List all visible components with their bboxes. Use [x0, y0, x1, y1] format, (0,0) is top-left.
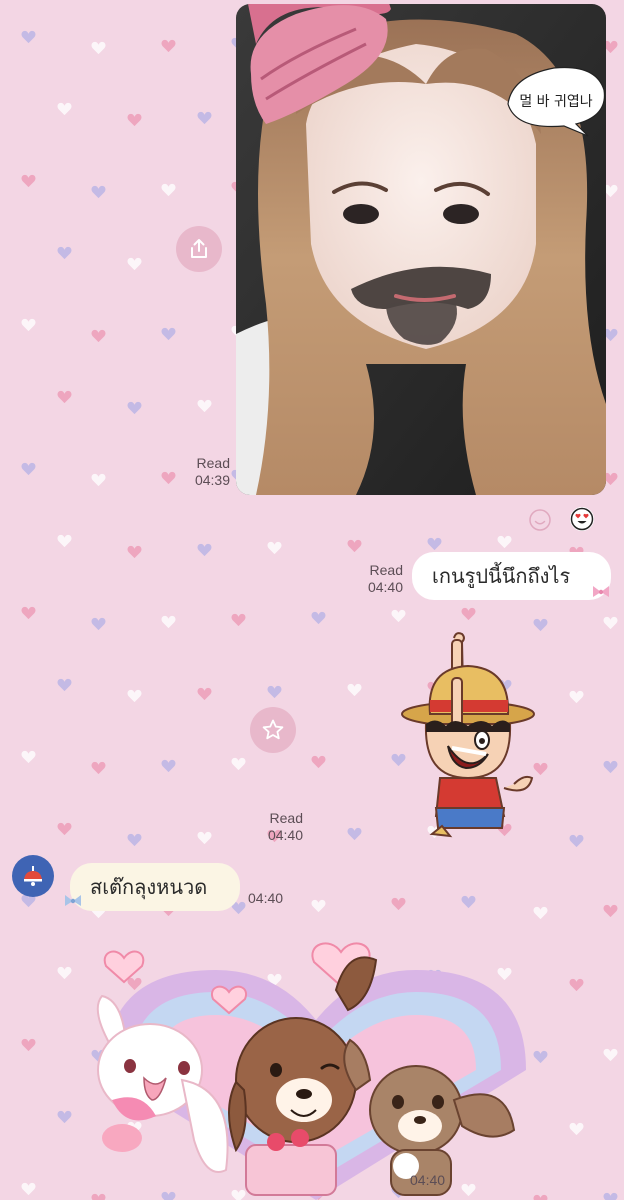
- heart-icon: [533, 906, 548, 920]
- photo-message[interactable]: 멀 바 귀엽나: [236, 4, 606, 495]
- heart-icon: [569, 978, 584, 992]
- bunnies-sticker[interactable]: [86, 930, 546, 1200]
- photo-overlay-text: 멀 바 귀엽나: [519, 94, 592, 110]
- sender-avatar[interactable]: [12, 855, 54, 897]
- heart-icon: [603, 1192, 618, 1200]
- heart-icon: [21, 318, 36, 332]
- message-time: 04:40: [367, 579, 403, 595]
- smiley-outline-icon: [529, 509, 551, 531]
- heart-icon: [347, 539, 362, 553]
- heart-icon: [21, 750, 36, 764]
- text-message-status: Read 04:40: [340, 562, 403, 596]
- heart-icon: [391, 897, 406, 911]
- sticker-message-status: Read 04:40: [240, 810, 303, 844]
- heart-icon: [569, 1122, 584, 1136]
- message-text: สเต๊กลุงหนวด: [90, 875, 208, 899]
- heart-icon: [91, 761, 106, 775]
- heart-icon: [267, 685, 282, 699]
- ribbon-icon: [593, 586, 609, 597]
- ribbon-icon: [65, 895, 81, 906]
- heart-icon: [21, 174, 36, 188]
- incoming-text-bubble[interactable]: สเต๊กลุงหนวด: [70, 863, 240, 911]
- heart-icon: [461, 607, 476, 621]
- heart-icon: [311, 611, 326, 625]
- add-reaction-button[interactable]: [528, 508, 552, 532]
- read-label: Read: [196, 455, 230, 471]
- heart-icon: [127, 401, 142, 415]
- outgoing-text-bubble[interactable]: เกนรูปนี้นึกถึงไร: [412, 552, 611, 600]
- heart-icon: [91, 617, 106, 631]
- heart-icon: [197, 543, 212, 557]
- heart-icon: [127, 257, 142, 271]
- favorite-sticker-button[interactable]: [250, 707, 296, 753]
- heart-icon: [311, 755, 326, 769]
- heart-icon: [57, 102, 72, 116]
- heart-icon: [57, 1110, 72, 1124]
- read-label: Read: [269, 810, 303, 826]
- heart-icon: [57, 246, 72, 260]
- heart-icon: [57, 822, 72, 836]
- heart-icon: [197, 687, 212, 701]
- heart-icon: [197, 831, 212, 845]
- reaction-badge[interactable]: [570, 507, 594, 531]
- heart-icon: [21, 1182, 36, 1196]
- heart-icon: [127, 113, 142, 127]
- heart-icon: [127, 545, 142, 559]
- heart-icon: [57, 390, 72, 404]
- heart-icon: [91, 329, 106, 343]
- pirate-boy-sticker[interactable]: [396, 628, 546, 843]
- heart-eyes-emoji-icon: [570, 507, 594, 531]
- heart-icon: [311, 899, 326, 913]
- heart-icon: [57, 966, 72, 980]
- star-icon: [262, 719, 284, 740]
- heart-icon: [161, 39, 176, 53]
- sticker-image: [96, 942, 526, 1200]
- heart-icon: [91, 41, 106, 55]
- heart-icon: [603, 904, 618, 918]
- heart-icon: [127, 833, 142, 847]
- heart-icon: [231, 613, 246, 627]
- heart-icon: [91, 473, 106, 487]
- heart-icon: [127, 689, 142, 703]
- chat-area[interactable]: Read 04:39 멀 바 귀엽나 Read 04:40 เกนรูปนี้น…: [0, 0, 624, 1200]
- share-icon: [191, 239, 207, 258]
- heart-icon: [161, 183, 176, 197]
- heart-icon: [21, 30, 36, 44]
- message-time: 04:40: [248, 890, 284, 906]
- photo-message-status: Read 04:39: [170, 455, 230, 489]
- read-label: Read: [369, 562, 403, 578]
- heart-icon: [603, 616, 618, 630]
- heart-icon: [497, 535, 512, 549]
- heart-icon: [427, 537, 442, 551]
- heart-icon: [569, 834, 584, 848]
- heart-icon: [231, 757, 246, 771]
- message-time: 04:40: [410, 1172, 446, 1188]
- share-button[interactable]: [176, 226, 222, 272]
- heart-icon: [347, 827, 362, 841]
- lamp-icon: [24, 866, 42, 886]
- heart-icon: [161, 615, 176, 629]
- heart-icon: [57, 534, 72, 548]
- heart-icon: [267, 541, 282, 555]
- heart-icon: [21, 606, 36, 620]
- heart-icon: [197, 111, 212, 125]
- message-time: 04:40: [267, 827, 303, 843]
- heart-icon: [21, 462, 36, 476]
- heart-icon: [57, 678, 72, 692]
- heart-icon: [603, 1048, 618, 1062]
- heart-icon: [461, 895, 476, 909]
- heart-icon: [347, 683, 362, 697]
- message-time: 04:39: [194, 472, 230, 488]
- heart-icon: [91, 185, 106, 199]
- sticker-image: [401, 632, 535, 838]
- heart-icon: [603, 760, 618, 774]
- heart-icon: [391, 609, 406, 623]
- heart-icon: [21, 1038, 36, 1052]
- heart-icon: [161, 759, 176, 773]
- selfie-photo: 멀 바 귀엽나: [236, 4, 606, 495]
- heart-icon: [569, 690, 584, 704]
- message-text: เกนรูปนี้นึกถึงไร: [432, 564, 571, 588]
- heart-icon: [197, 399, 212, 413]
- heart-icon: [161, 327, 176, 341]
